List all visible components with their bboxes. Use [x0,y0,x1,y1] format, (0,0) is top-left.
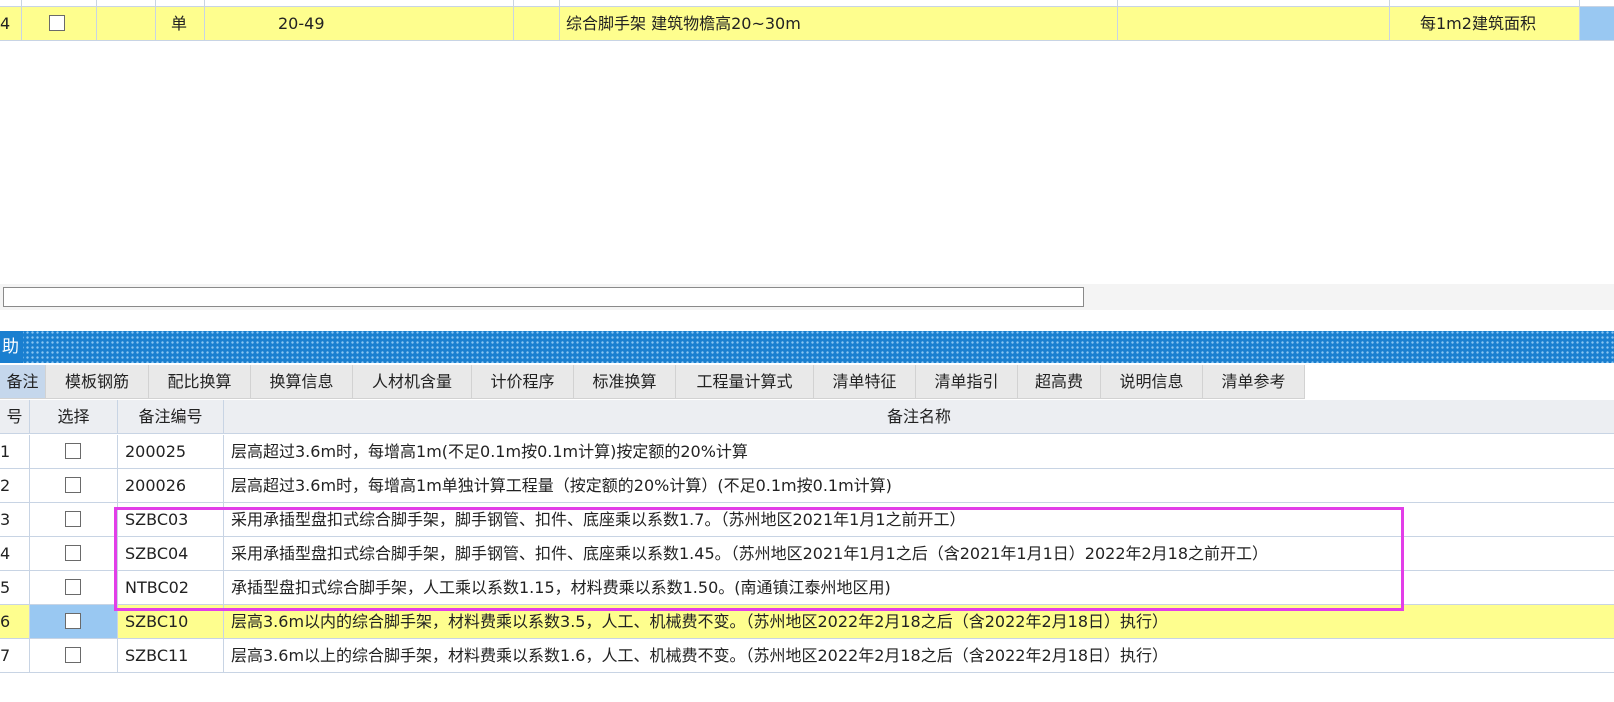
row-code: 200025 [118,435,224,469]
row-name: 层高超过3.6m时，每增高1m单独计算工程量（按定额的20%计算）(不足0.1m… [231,476,892,495]
empty-cell [97,7,156,40]
tab-description[interactable]: 说明信息 [1101,365,1203,399]
row-name: 层高超过3.6m时，每增高1m(不足0.1m按0.1m计算)按定额的20%计算 [231,442,748,461]
tab-labor-material-content[interactable]: 人材机含量 [353,365,472,399]
row-index: 4 [0,537,30,571]
name-cell[interactable]: 综合脚手架 建筑物檐高20~30m [560,7,1118,40]
tab-bill-guide[interactable]: 清单指引 [916,365,1018,399]
row-index: 2 [0,469,30,503]
row-type: 单 [171,14,188,33]
row-name: 层高3.6m以上的综合脚手架，材料费乘以系数1.6，人工、机械费不变。（苏州地区… [231,646,1168,665]
row-code: 200026 [118,469,224,503]
select-cell [22,7,97,40]
row-checkbox[interactable] [65,477,81,493]
empty-cell [1118,7,1390,40]
row-unit: 每1m2建筑面积 [1420,14,1536,33]
annotation-highlight-box [114,507,1404,611]
row-index: 5 [0,571,30,605]
row-index: 1 [0,435,30,469]
tab-bill-features[interactable]: 清单特征 [814,365,916,399]
tab-mix-conversion[interactable]: 配比换算 [149,365,251,399]
tab-height-fee[interactable]: 超高费 [1018,365,1101,399]
table-row[interactable]: 4 单 20-49 综合脚手架 建筑物檐高20~30m 每1m2建筑面积 [0,6,1614,41]
header-code[interactable]: 备注编号 [118,400,224,434]
select-cell [30,435,118,469]
table-row[interactable]: 2 200026 层高超过3.6m时，每增高1m单独计算工程量（按定额的20%计… [0,469,1614,503]
type-cell: 单 [156,7,205,40]
select-cell [30,605,118,639]
row-index: 6 [0,605,30,639]
row-index: 4 [0,14,11,33]
row-index: 7 [0,639,30,673]
tab-conversion-info[interactable]: 换算信息 [251,365,353,399]
tab-bill-reference[interactable]: 清单参考 [1203,365,1305,399]
row-checkbox[interactable] [65,545,81,561]
select-cell [30,537,118,571]
scrollbar-thumb[interactable] [3,287,1084,307]
row-checkbox[interactable] [65,647,81,663]
unit-cell[interactable]: 每1m2建筑面积 [1390,7,1580,40]
header-index: 号 [0,400,30,434]
table-row[interactable]: 1 200025 层高超过3.6m时，每增高1m(不足0.1m按0.1m计算)按… [0,435,1614,469]
select-cell [30,639,118,673]
header-select[interactable]: 选择 [30,400,118,434]
tab-remarks[interactable]: 备注 [0,365,46,399]
tab-quantity-formula[interactable]: 工程量计算式 [676,365,814,399]
row-checkbox[interactable] [65,613,81,629]
tab-formwork-rebar[interactable]: 模板钢筋 [46,365,149,399]
selected-cell[interactable] [1580,7,1614,40]
panel-header-bar [0,331,1614,363]
row-checkbox[interactable] [65,443,81,459]
row-name: 综合脚手架 建筑物檐高20~30m [566,14,801,33]
row-index: 3 [0,503,30,537]
empty-cell [514,7,560,40]
row-code: SZBC11 [118,639,224,673]
row-checkbox[interactable] [65,579,81,595]
tab-pricing-procedure[interactable]: 计价程序 [472,365,574,399]
header-name[interactable]: 备注名称 [224,400,1614,434]
row-code: 20-49 [278,14,325,33]
select-cell [30,469,118,503]
panel-title: 助 [0,331,23,363]
table-row[interactable]: 7 SZBC11 层高3.6m以上的综合脚手架，材料费乘以系数1.6，人工、机械… [0,639,1614,673]
row-checkbox[interactable] [49,15,65,31]
select-cell [30,503,118,537]
tab-standard-conversion[interactable]: 标准换算 [574,365,676,399]
code-cell[interactable]: 20-49 [205,7,514,40]
select-cell [30,571,118,605]
row-checkbox[interactable] [65,511,81,527]
row-index-cell: 4 [0,7,22,40]
